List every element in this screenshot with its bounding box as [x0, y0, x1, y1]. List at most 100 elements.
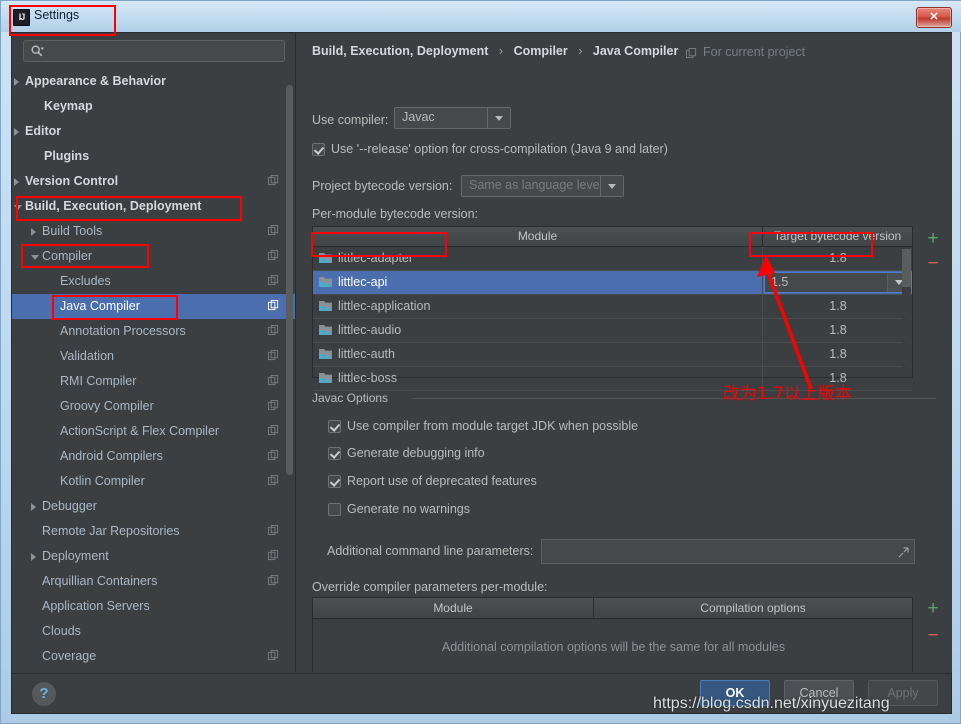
generate-no-warnings-checkbox[interactable] [328, 503, 341, 516]
copy-settings-icon [268, 275, 279, 286]
sidebar-item-deployment[interactable]: Deployment [12, 544, 295, 569]
chevron-down-icon[interactable] [487, 108, 510, 128]
chevron-down-icon[interactable] [600, 176, 623, 196]
sidebar-item-java-compiler[interactable]: Java Compiler [12, 294, 295, 319]
use-module-jdk-checkbox[interactable] [328, 420, 341, 433]
target-bytecode-value[interactable]: 1.8 [763, 247, 913, 270]
generate-debugging-info-checkbox[interactable] [328, 447, 341, 460]
chevron-right-icon[interactable] [31, 503, 36, 511]
sidebar-item-excludes[interactable]: Excludes [12, 269, 295, 294]
target-bytecode-combo[interactable]: 1.5 [764, 272, 912, 293]
sidebar-scrollbar-thumb[interactable] [286, 85, 293, 475]
report-deprecated-checkbox[interactable] [328, 475, 341, 488]
sidebar-item-label: Groovy Compiler [60, 399, 154, 413]
table-row[interactable]: littlec-application 1.8 [313, 295, 912, 319]
sidebar-item-coverage[interactable]: Coverage [12, 644, 295, 669]
copy-settings-icon [268, 175, 279, 186]
chevron-right-icon[interactable] [14, 178, 19, 186]
sidebar-item-appearance-behavior[interactable]: Appearance & Behavior [12, 69, 295, 94]
copy-settings-icon [268, 650, 279, 661]
copy-settings-icon [268, 475, 279, 486]
release-option-checkbox[interactable] [312, 143, 325, 156]
column-header-module-2[interactable]: Module [313, 598, 593, 618]
sidebar-item-label: Keymap [44, 99, 93, 113]
add-module-button[interactable]: + [923, 229, 943, 248]
table-row[interactable]: littlec-audio 1.8 [313, 319, 912, 343]
breadcrumb: Build, Execution, Deployment › Compiler … [312, 44, 678, 58]
chevron-right-icon[interactable] [31, 228, 36, 236]
use-compiler-combo[interactable]: Javac [394, 107, 511, 129]
chevron-down-icon[interactable] [14, 205, 22, 210]
search-input[interactable] [51, 41, 285, 63]
group-divider [412, 398, 936, 399]
breadcrumb-part-3[interactable]: Java Compiler [593, 44, 678, 58]
target-bytecode-value: 1.5 [771, 275, 789, 289]
javac-options-title: Javac Options [312, 391, 389, 405]
chevron-right-icon[interactable] [31, 553, 36, 561]
chevron-down-icon[interactable] [31, 255, 39, 260]
table-row[interactable]: littlec-adapter 1.8 [313, 247, 912, 271]
scope-label[interactable]: For current project [703, 45, 805, 59]
sidebar-item-editor[interactable]: Editor [12, 119, 295, 144]
sidebar-item-validation[interactable]: Validation [12, 344, 295, 369]
sidebar-item-label: Coverage [42, 649, 97, 663]
chevron-right-icon[interactable] [14, 78, 19, 86]
copy-settings-icon [268, 425, 279, 436]
sidebar-item-remote-jar-repositories[interactable]: Remote Jar Repositories [12, 519, 295, 544]
release-option-label: Use '--release' option for cross-compila… [331, 142, 668, 156]
sidebar-item-version-control[interactable]: Version Control [12, 169, 295, 194]
additional-params-input[interactable] [541, 539, 915, 564]
search-box[interactable] [23, 40, 285, 63]
override-table-empty-text: Additional compilation options will be t… [441, 640, 786, 654]
target-bytecode-value[interactable]: 1.8 [763, 295, 913, 318]
breadcrumb-separator-2: › [578, 44, 583, 58]
sidebar-item-arquillian-containers[interactable]: Arquillian Containers [12, 569, 295, 594]
module-icon [319, 373, 332, 383]
sidebar-item-plugins[interactable]: Plugins [12, 144, 295, 169]
java-compiler-panel: Build, Execution, Deployment › Compiler … [296, 33, 952, 672]
close-icon[interactable]: ✕ [916, 7, 952, 28]
sidebar-item-build-execution-deployment[interactable]: Build, Execution, Deployment [12, 194, 295, 219]
remove-module-button[interactable]: − [923, 254, 943, 273]
table-scrollbar-thumb[interactable] [902, 249, 911, 287]
sidebar-item-annotation-processors[interactable]: Annotation Processors [12, 319, 295, 344]
target-bytecode-value[interactable]: 1.8 [763, 319, 913, 342]
column-header-module[interactable]: Module [313, 227, 762, 246]
add-override-button[interactable]: + [923, 599, 943, 618]
sidebar-item-label: Arquillian Containers [42, 574, 158, 588]
help-icon[interactable]: ? [32, 682, 56, 706]
table-row[interactable]: littlec-api 1.5 [313, 271, 912, 295]
table-row[interactable]: littlec-auth 1.8 [313, 343, 912, 367]
copy-settings-icon [268, 400, 279, 411]
sidebar-item-application-servers[interactable]: Application Servers [12, 594, 295, 619]
module-icon [319, 349, 332, 359]
breadcrumb-part-2[interactable]: Compiler [514, 44, 568, 58]
module-icon [319, 325, 332, 335]
column-header-compilation-options[interactable]: Compilation options [594, 598, 912, 618]
sidebar-item-clouds[interactable]: Clouds [12, 619, 295, 644]
sidebar-item-debugger[interactable]: Debugger [12, 494, 295, 519]
expand-icon[interactable] [898, 547, 909, 558]
module-name: littlec-audio [338, 323, 402, 337]
sidebar-item-rmi-compiler[interactable]: RMI Compiler [12, 369, 295, 394]
annotation-note-text: 改为1.7以上版本 [723, 384, 853, 404]
override-table-header: Module Compilation options [313, 598, 912, 619]
project-bytecode-combo[interactable]: Same as language leve [461, 175, 624, 197]
sidebar-item-actionscript-flex-compiler[interactable]: ActionScript & Flex Compiler [12, 419, 295, 444]
sidebar-item-label: Java Compiler [60, 299, 140, 313]
sidebar-item-compiler[interactable]: Compiler [12, 244, 295, 269]
sidebar-item-android-compilers[interactable]: Android Compilers [12, 444, 295, 469]
sidebar-item-keymap[interactable]: Keymap [12, 94, 295, 119]
column-header-target-bytecode[interactable]: Target bytecode version [763, 227, 912, 246]
sidebar-item-kotlin-compiler[interactable]: Kotlin Compiler [12, 469, 295, 494]
use-compiler-label: Use compiler: [312, 113, 389, 127]
generate-no-warnings-label: Generate no warnings [347, 502, 470, 516]
copy-settings-icon [268, 325, 279, 336]
module-name: littlec-boss [338, 371, 398, 385]
sidebar-item-groovy-compiler[interactable]: Groovy Compiler [12, 394, 295, 419]
breadcrumb-part-1[interactable]: Build, Execution, Deployment [312, 44, 488, 58]
target-bytecode-value[interactable]: 1.8 [763, 343, 913, 366]
sidebar-item-build-tools[interactable]: Build Tools [12, 219, 295, 244]
chevron-right-icon[interactable] [14, 128, 19, 136]
remove-override-button[interactable]: − [923, 626, 943, 645]
